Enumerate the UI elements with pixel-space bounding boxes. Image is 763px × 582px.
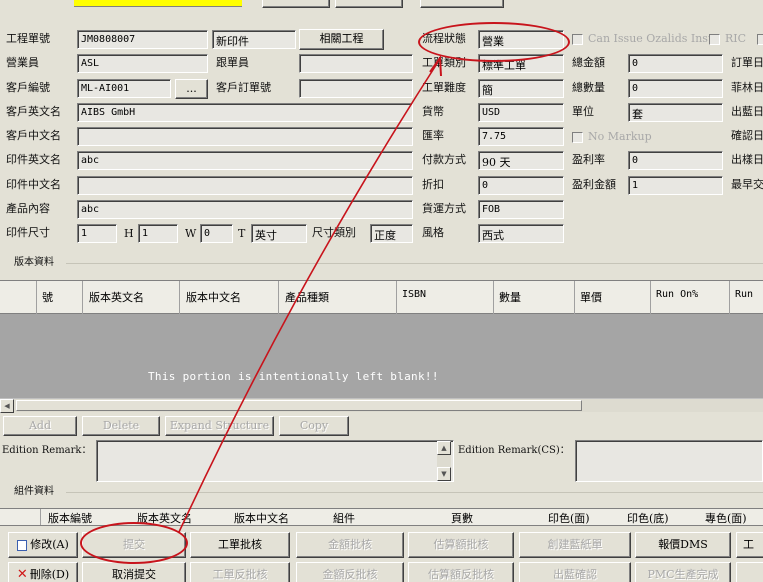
annotation-arrow <box>178 55 442 533</box>
annotation-arrow-line <box>178 61 439 533</box>
